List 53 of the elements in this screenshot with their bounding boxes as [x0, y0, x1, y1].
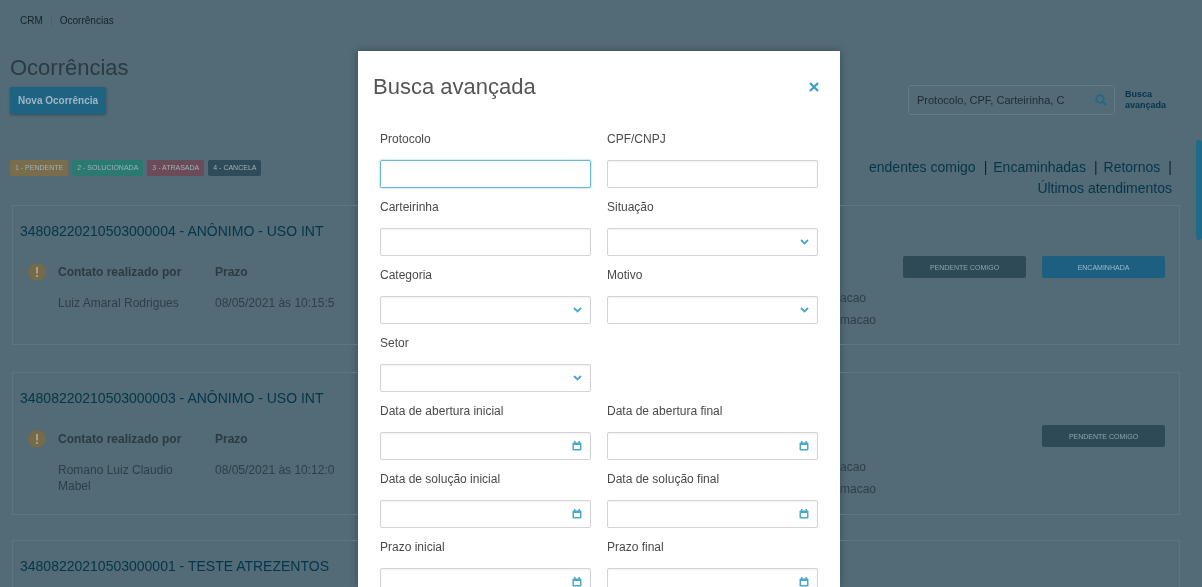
date-field[interactable] — [607, 432, 818, 460]
occurrence-title[interactable]: 34808220210503000001 - TESTE ATREZENTOS — [20, 557, 358, 575]
field-label: Setor — [380, 335, 410, 351]
advanced-search-link[interactable]: Busca avançada — [1125, 89, 1177, 111]
date-field[interactable] — [380, 500, 591, 528]
exclamation-icon — [28, 430, 46, 448]
dropdown-field[interactable] — [607, 296, 818, 324]
calendar-icon — [572, 441, 582, 451]
calendar-icon — [799, 509, 809, 519]
field-label: Categoria — [380, 267, 434, 283]
filter-link[interactable]: endentes comigo — [869, 157, 976, 178]
field-label: Data de solução final — [607, 471, 721, 487]
breadcrumb-link[interactable]: CRM — [12, 14, 51, 26]
dropdown-field[interactable] — [380, 364, 591, 392]
field-label: Motivo — [607, 267, 644, 283]
field-label: Protocolo — [380, 131, 432, 147]
text-field[interactable] — [380, 228, 591, 256]
field-label: Prazo inicial — [380, 539, 446, 555]
separator: | — [983, 158, 988, 177]
text-field[interactable] — [607, 160, 818, 188]
field-label: CPF/CNPJ — [607, 131, 667, 147]
chevron-down-icon — [573, 307, 582, 313]
dropdown-field[interactable] — [607, 228, 818, 256]
field-label: Data de solução inicial — [380, 471, 502, 487]
dropdown-field[interactable] — [380, 296, 591, 324]
separator: | — [1093, 158, 1098, 177]
search-icon — [1095, 94, 1107, 106]
breadcrumb-link[interactable]: Ocorrências — [50, 14, 122, 26]
text-field[interactable] — [380, 160, 591, 188]
modal-title: Busca avançada — [373, 74, 536, 100]
close-icon — [808, 81, 820, 93]
filter-link[interactable]: Últimos atendimentos — [1037, 178, 1172, 199]
field-label: Data de abertura final — [607, 403, 724, 419]
filter-link[interactable]: Retornos — [1103, 157, 1161, 178]
field-label: Carteirinha — [380, 199, 440, 215]
occurrence-title[interactable]: 34808220210503000004 - ANÔNIMO - USO INT — [20, 222, 358, 240]
field-label: Prazo final — [607, 539, 665, 555]
search-field[interactable]: Protocolo, CPF, Carteirinha, C — [908, 85, 1115, 115]
separator: | — [1168, 158, 1172, 177]
chevron-down-icon — [800, 239, 809, 245]
calendar-icon — [799, 441, 809, 451]
chevron-down-icon — [800, 307, 809, 313]
close-button[interactable] — [808, 81, 820, 93]
new-occurrence-button[interactable]: Nova Ocorrência — [10, 87, 107, 114]
occurrence-title[interactable]: 34808220210503000003 - ANÔNIMO - USO INT — [20, 389, 358, 407]
field-label: Situação — [607, 199, 655, 215]
date-field[interactable] — [380, 432, 591, 460]
field-label: Data de abertura inicial — [380, 403, 505, 419]
calendar-icon — [572, 509, 582, 519]
chevron-down-icon — [573, 375, 582, 381]
exclamation-icon — [28, 263, 46, 281]
filter-link[interactable]: Encaminhadas — [993, 157, 1086, 178]
date-field[interactable] — [607, 500, 818, 528]
